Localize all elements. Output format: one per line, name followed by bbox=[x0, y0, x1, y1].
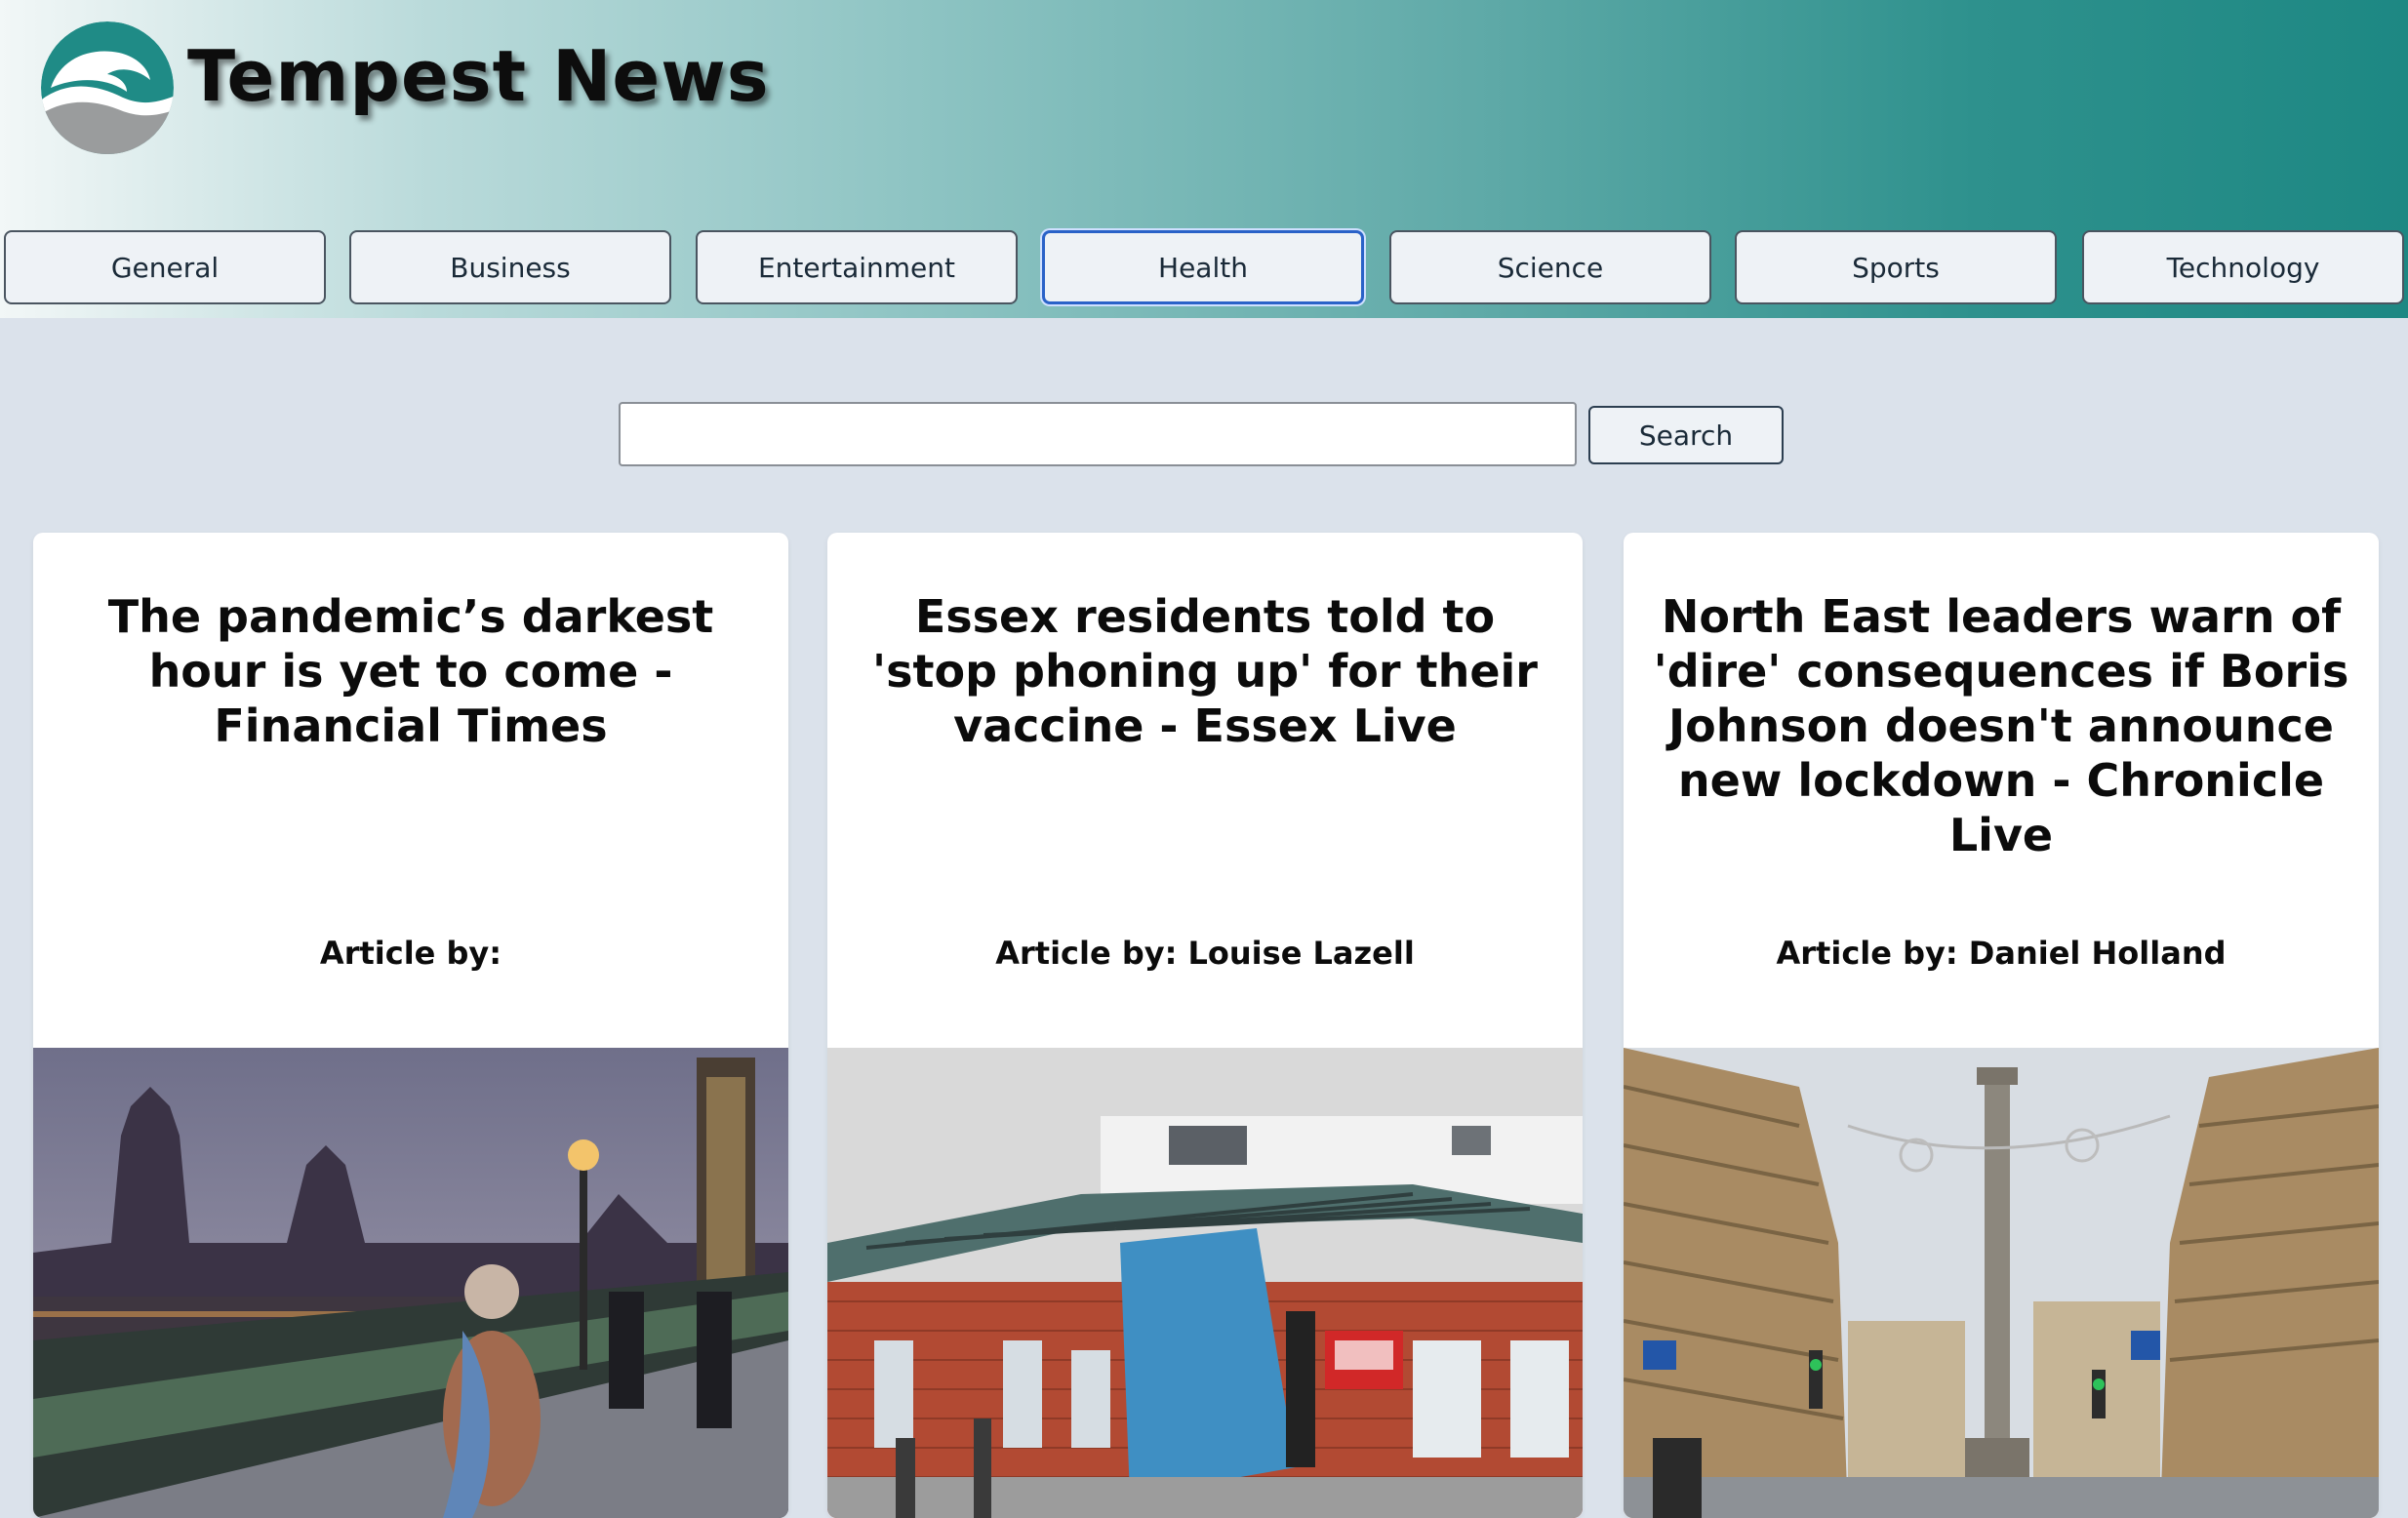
tab-business[interactable]: Business bbox=[349, 230, 671, 304]
tab-entertainment[interactable]: Entertainment bbox=[696, 230, 1018, 304]
tab-sports[interactable]: Sports bbox=[1735, 230, 2057, 304]
article-card[interactable]: The pandemic’s darkest hour is yet to co… bbox=[33, 533, 788, 1518]
site-title[interactable]: Tempest News bbox=[187, 35, 770, 117]
category-nav: General Business Entertainment Health Sc… bbox=[0, 230, 2408, 308]
search-button[interactable]: Search bbox=[1588, 406, 1784, 464]
article-author: Article by: Louise Lazell bbox=[995, 935, 1415, 972]
wave-logo-icon[interactable] bbox=[39, 20, 176, 156]
site-header: Tempest News General Business Entertainm… bbox=[0, 0, 2408, 318]
article-title[interactable]: North East leaders warn of 'dire' conseq… bbox=[1649, 589, 2353, 862]
tab-technology[interactable]: Technology bbox=[2082, 230, 2404, 304]
article-author: Article by: bbox=[319, 935, 502, 972]
tab-general[interactable]: General bbox=[4, 230, 326, 304]
tab-health[interactable]: Health bbox=[1042, 230, 1364, 304]
article-card[interactable]: North East leaders warn of 'dire' conseq… bbox=[1624, 533, 2379, 1518]
article-author: Article by: Daniel Holland bbox=[1776, 935, 2227, 972]
search-input[interactable] bbox=[619, 402, 1577, 466]
westminster-bridge-photo[interactable] bbox=[33, 1048, 788, 1518]
tab-science[interactable]: Science bbox=[1389, 230, 1711, 304]
article-title[interactable]: Essex residents told to 'stop phoning up… bbox=[853, 589, 1557, 753]
article-card[interactable]: Essex residents told to 'stop phoning up… bbox=[827, 533, 1583, 1518]
healthcare-building-photo[interactable] bbox=[827, 1048, 1583, 1518]
newcastle-street-photo[interactable] bbox=[1624, 1048, 2379, 1518]
article-title[interactable]: The pandemic’s darkest hour is yet to co… bbox=[59, 589, 763, 753]
